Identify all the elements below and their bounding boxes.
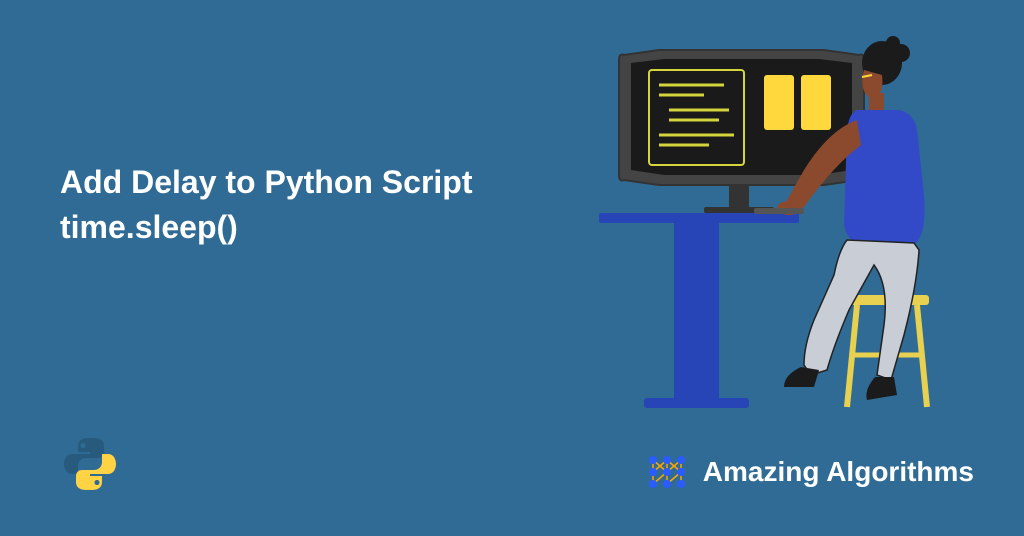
title-line-2: time.sleep() — [60, 205, 472, 250]
article-title: Add Delay to Python Script time.sleep() — [60, 160, 472, 250]
python-logo-icon — [60, 434, 120, 494]
title-line-1: Add Delay to Python Script — [60, 160, 472, 205]
brand-logo: Amazing Algorithms — [643, 448, 974, 496]
brand-name: Amazing Algorithms — [703, 456, 974, 488]
developer-illustration — [579, 35, 979, 415]
brand-network-icon — [643, 448, 691, 496]
